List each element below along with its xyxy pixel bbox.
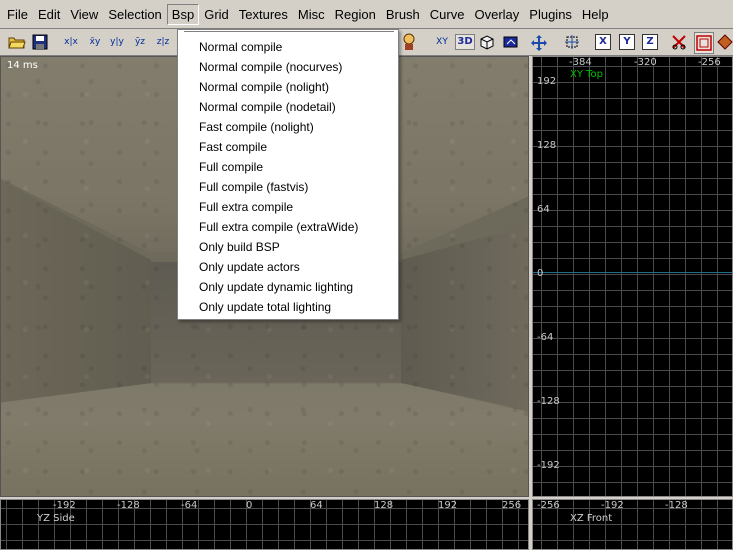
toolbar-mascot-icon[interactable] xyxy=(400,32,418,52)
xy-left-label: -64 xyxy=(537,332,554,343)
yz-top-label: 0 xyxy=(246,500,253,511)
xy-left-label: 192 xyxy=(537,76,557,87)
bsp-item-full-compile[interactable]: Full compile xyxy=(199,157,263,177)
menu-tearoff-line[interactable] xyxy=(184,31,394,33)
yz-view-title: YZ Side xyxy=(37,513,75,524)
menu-brush[interactable]: Brush xyxy=(381,4,425,25)
bsp-item-fast-compile[interactable]: Fast compile xyxy=(199,137,267,157)
flip-x-button[interactable]: x|x xyxy=(62,32,80,52)
yz-top-label: -128 xyxy=(117,500,140,511)
texture-lock-icon[interactable] xyxy=(502,32,520,52)
open-folder-icon[interactable] xyxy=(8,32,26,52)
menu-misc[interactable]: Misc xyxy=(293,4,330,25)
xy-left-label: 64 xyxy=(537,204,550,215)
flip-y-button[interactable]: y|y xyxy=(108,32,126,52)
scale-view-icon[interactable] xyxy=(563,32,581,52)
texture-cube-icon[interactable] xyxy=(478,32,496,52)
yz-top-label: -192 xyxy=(53,500,76,511)
frame-time-label: 14 ms xyxy=(7,60,38,71)
menu-region[interactable]: Region xyxy=(330,4,381,25)
bsp-item-normal-compile-nocurves[interactable]: Normal compile (nocurves) xyxy=(199,57,342,77)
bsp-item-full-compile-fastvis[interactable]: Full compile (fastvis) xyxy=(199,177,308,197)
bsp-item-normal-compile[interactable]: Normal compile xyxy=(199,37,282,57)
rotate-view-icon[interactable] xyxy=(530,32,548,52)
bsp-item-normal-compile-nodetail[interactable]: Normal compile (nodetail) xyxy=(199,97,336,117)
menu-overlay[interactable]: Overlay xyxy=(469,4,524,25)
make-hollow-icon[interactable] xyxy=(694,32,714,54)
xz-top-label: -192 xyxy=(601,500,624,511)
menu-help[interactable]: Help xyxy=(577,4,614,25)
xy-view-title: XY Top xyxy=(570,69,604,80)
x-axis-line xyxy=(533,272,732,273)
bsp-item-fast-compile-nolight[interactable]: Fast compile (nolight) xyxy=(199,117,314,137)
menu-view[interactable]: View xyxy=(65,4,103,25)
bsp-item-only-build-bsp[interactable]: Only build BSP xyxy=(199,237,280,257)
menu-bsp[interactable]: Bsp xyxy=(166,3,200,25)
bsp-item-only-update-total-lighting[interactable]: Only update total lighting xyxy=(199,297,331,317)
rotate-x-button[interactable]: x̄y xyxy=(86,32,104,52)
xy-left-label: -192 xyxy=(537,460,560,471)
xy-left-label: -128 xyxy=(537,396,560,407)
bsp-dropdown-menu: Normal compile Normal compile (nocurves)… xyxy=(177,29,399,320)
bsp-item-only-update-actors[interactable]: Only update actors xyxy=(199,257,300,277)
axis-y-button[interactable]: Y xyxy=(619,34,635,50)
save-disk-icon[interactable] xyxy=(31,32,49,52)
bsp-item-full-extra-compile-extrawide[interactable]: Full extra compile (extraWide) xyxy=(199,217,358,237)
yz-top-label: 64 xyxy=(310,500,323,511)
xz-top-label: -128 xyxy=(665,500,688,511)
xz-top-label: -256 xyxy=(537,500,560,511)
xz-view-title: XZ Front xyxy=(570,513,613,524)
yz-top-label: 192 xyxy=(438,500,458,511)
bsp-item-full-extra-compile[interactable]: Full extra compile xyxy=(199,197,293,217)
menu-selection[interactable]: Selection xyxy=(103,4,166,25)
menu-edit[interactable]: Edit xyxy=(33,4,65,25)
patch-icon[interactable] xyxy=(716,32,733,52)
yz-top-label: -64 xyxy=(181,500,198,511)
yz-top-label: 256 xyxy=(502,500,522,511)
xy-left-label: 128 xyxy=(537,140,557,151)
xy-top-label: -320 xyxy=(634,57,657,68)
menu-curve[interactable]: Curve xyxy=(425,4,470,25)
yz-top-label: 128 xyxy=(374,500,394,511)
camera-3d-button[interactable]: 3D xyxy=(455,34,475,50)
menu-grid[interactable]: Grid xyxy=(199,4,234,25)
menu-plugins[interactable]: Plugins xyxy=(524,4,577,25)
xy-top-label: -384 xyxy=(569,57,592,68)
menu-bar: File Edit View Selection Bsp Grid Textur… xyxy=(0,0,733,29)
bsp-item-only-update-dynamic-lighting[interactable]: Only update dynamic lighting xyxy=(199,277,353,297)
axis-x-button[interactable]: X xyxy=(595,34,611,50)
xy-left-label: 0 xyxy=(537,268,544,279)
xy-top-view[interactable]: XY Top -384 -320 -256 192 128 64 0 -64 -… xyxy=(532,56,733,497)
bsp-item-normal-compile-nolight[interactable]: Normal compile (nolight) xyxy=(199,77,329,97)
xy-view-button[interactable]: XY xyxy=(433,32,451,52)
menu-file[interactable]: File xyxy=(2,4,33,25)
axis-z-button[interactable]: Z xyxy=(642,34,658,50)
rotate-y-button[interactable]: ȳz xyxy=(131,32,149,52)
menu-textures[interactable]: Textures xyxy=(234,4,293,25)
yz-side-view[interactable]: YZ Side -192 -128 -64 0 64 128 192 256 xyxy=(0,499,529,550)
flip-z-button[interactable]: z|z xyxy=(154,32,172,52)
xy-top-label: -256 xyxy=(698,57,721,68)
clipper-icon[interactable] xyxy=(670,32,688,52)
xz-front-view[interactable]: XZ Front -256 -192 -128 xyxy=(532,499,733,550)
